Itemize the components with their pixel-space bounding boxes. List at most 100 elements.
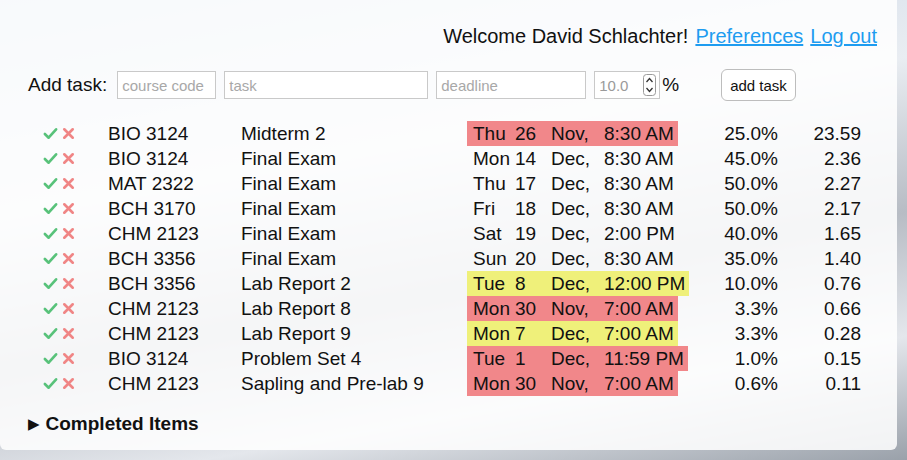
task-name: Final Exam (241, 171, 467, 196)
check-icon[interactable] (43, 276, 58, 291)
check-icon[interactable] (43, 176, 58, 191)
task-score: 2.27 (778, 171, 861, 196)
deadline-day: Mon (473, 371, 515, 396)
check-icon[interactable] (43, 351, 58, 366)
task-name: Lab Report 2 (241, 271, 467, 296)
course-code: BIO 3124 (108, 146, 241, 171)
delete-icon[interactable] (61, 176, 76, 191)
task-list: BIO 3124Midterm 2Thu26Nov,8:30 AM25.0%23… (43, 121, 877, 396)
deadline-day: Fri (473, 196, 515, 221)
task-weight: 45.0% (703, 146, 778, 171)
spinner-icon[interactable] (643, 74, 656, 96)
deadline-time: 12:00 PM (604, 271, 685, 296)
deadline-date: 26 (515, 121, 551, 146)
check-icon[interactable] (43, 376, 58, 391)
deadline-day: Sun (473, 246, 515, 271)
task-row: BIO 3124Midterm 2Thu26Nov,8:30 AM25.0%23… (43, 121, 877, 146)
task-field[interactable] (224, 71, 428, 99)
deadline: Thu17Dec,8:30 AM (467, 171, 678, 196)
task-score: 23.59 (778, 121, 861, 146)
task-name: Final Exam (241, 221, 467, 246)
weight-input[interactable] (595, 75, 643, 96)
check-icon[interactable] (43, 226, 58, 241)
delete-icon[interactable] (61, 226, 76, 241)
delete-icon[interactable] (61, 376, 76, 391)
row-actions (43, 176, 108, 191)
row-actions (43, 351, 108, 366)
task-field[interactable] (436, 71, 586, 99)
task-weight: 1.0% (703, 346, 778, 371)
deadline-day: Mon (473, 321, 515, 346)
deadline-date: 19 (515, 221, 551, 246)
task-row: BIO 3124Final ExamMon14Dec,8:30 AM45.0%2… (43, 146, 877, 171)
task-name: Midterm 2 (241, 121, 467, 146)
task-name: Final Exam (241, 146, 467, 171)
deadline: Sun20Dec,8:30 AM (467, 246, 678, 271)
task-row: MAT 2322Final ExamThu17Dec,8:30 AM 50.0%2… (43, 171, 877, 196)
course-code: BCH 3356 (108, 246, 241, 271)
delete-icon[interactable] (61, 201, 76, 216)
add-task-button[interactable]: add task (721, 69, 796, 101)
deadline-date: 8 (515, 271, 551, 296)
deadline-time: 7:00 AM (604, 321, 674, 346)
deadline-month: Dec, (551, 171, 604, 196)
task-row: CHM 2123Sapling and Pre-lab 9Mon30Nov,7:… (43, 371, 877, 396)
deadline-time: 8:30 AM (604, 121, 674, 146)
course-code: CHM 2123 (108, 221, 241, 246)
task-score: 2.17 (778, 196, 861, 221)
task-name: Lab Report 9 (241, 321, 467, 346)
delete-icon[interactable] (61, 326, 76, 341)
task-weight: 25.0% (703, 121, 778, 146)
deadline: Mon14Dec,8:30 AM (467, 146, 678, 171)
header-link[interactable]: Log out (810, 22, 877, 50)
task-score: 0.11 (778, 371, 861, 396)
deadline-time: 8:30 AM (604, 196, 674, 221)
check-icon[interactable] (43, 201, 58, 216)
deadline-day: Mon (473, 296, 515, 321)
delete-icon[interactable] (61, 151, 76, 166)
course-code: BCH 3170 (108, 196, 241, 221)
deadline-day: Thu (473, 121, 515, 146)
check-icon[interactable] (43, 151, 58, 166)
weight-field[interactable] (594, 71, 660, 99)
check-icon[interactable] (43, 301, 58, 316)
task-score: 1.40 (778, 246, 861, 271)
delete-icon[interactable] (61, 301, 76, 316)
task-score: 0.76 (778, 271, 861, 296)
task-field[interactable] (117, 71, 216, 99)
check-icon[interactable] (43, 326, 58, 341)
task-name: Final Exam (241, 196, 467, 221)
check-icon[interactable] (43, 251, 58, 266)
task-score: 0.28 (778, 321, 861, 346)
add-task-label: Add task: (28, 74, 107, 96)
task-weight: 3.3% (703, 296, 778, 321)
delete-icon[interactable] (61, 351, 76, 366)
course-code: MAT 2322 (108, 171, 241, 196)
task-row: CHM 2123Final ExamSat19Dec,2:00 PM40.0%1… (43, 221, 877, 246)
deadline: Mon30Nov,7:00 AM (467, 371, 678, 396)
task-name: Sapling and Pre-lab 9 (241, 371, 467, 396)
row-actions (43, 126, 108, 141)
task-row: BCH 3356Lab Report 2Tue8Dec,12:00 PM10.0… (43, 271, 877, 296)
deadline-day: Mon (473, 146, 515, 171)
task-name: Final Exam (241, 246, 467, 271)
row-actions (43, 301, 108, 316)
course-code: BCH 3356 (108, 271, 241, 296)
deadline-day: Sat (473, 221, 515, 246)
header-link[interactable]: Preferences (695, 22, 803, 50)
task-weight: 50.0% (703, 171, 778, 196)
deadline-month: Dec, (551, 271, 604, 296)
greeting: Welcome David Schlachter! (443, 22, 688, 50)
completed-items-toggle[interactable]: ▶Completed Items (28, 411, 877, 437)
delete-icon[interactable] (61, 276, 76, 291)
delete-icon[interactable] (61, 251, 76, 266)
delete-icon[interactable] (61, 126, 76, 141)
deadline-day: Tue (473, 346, 515, 371)
disclosure-triangle[interactable]: ▶ (28, 411, 40, 437)
add-task-bar: Add task:%add task (28, 69, 877, 101)
deadline-month: Dec, (551, 146, 604, 171)
deadline-date: 14 (515, 146, 551, 171)
row-actions (43, 226, 108, 241)
check-icon[interactable] (43, 126, 58, 141)
row-actions (43, 201, 108, 216)
